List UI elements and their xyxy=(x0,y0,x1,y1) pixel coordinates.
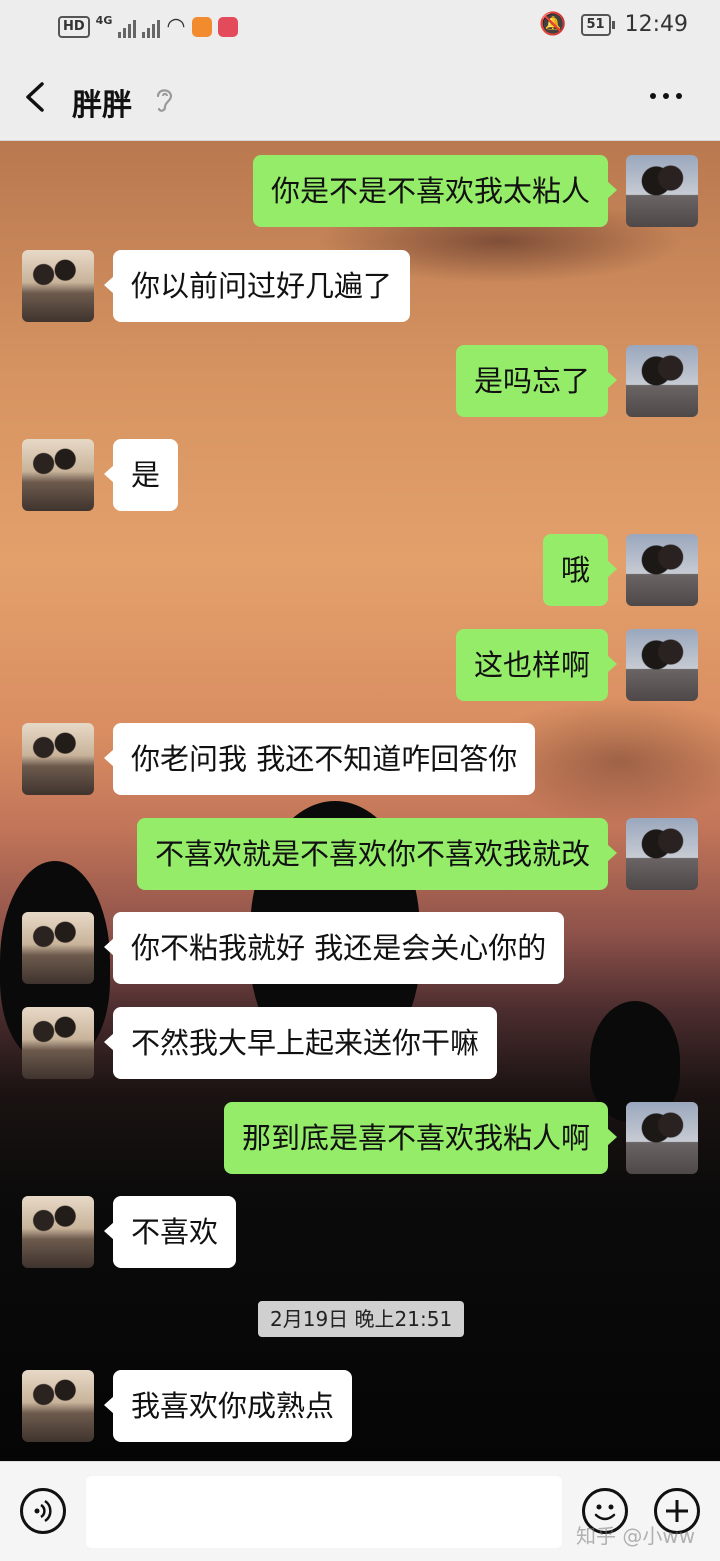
contact-avatar[interactable] xyxy=(22,912,94,984)
my-message-bubble[interactable]: 不喜欢就是不喜欢你不喜欢我就改 xyxy=(136,818,618,890)
clock: 12:49 xyxy=(624,12,688,37)
network-type: 4G xyxy=(95,14,113,27)
my-message-bubble[interactable]: 是吗忘了 xyxy=(455,345,618,417)
contact-avatar[interactable] xyxy=(22,1196,94,1268)
contact-message-bubble[interactable]: 不然我大早上起来送你干嘛 xyxy=(103,1007,498,1079)
wifi-icon: ◠ xyxy=(166,14,186,39)
voice-icon[interactable] xyxy=(20,1488,66,1534)
contact-message-bubble[interactable]: 你以前问过好几遍了 xyxy=(103,250,411,322)
chat-header: 胖胖 xyxy=(0,56,720,141)
contact-message-bubble[interactable]: 你老问我 我还不知道咋回答你 xyxy=(103,723,536,795)
contact-avatar[interactable] xyxy=(22,1370,94,1442)
status-right: 🔕 51 12:49 xyxy=(539,12,688,37)
contact-message-bubble[interactable]: 我喜欢你成熟点 xyxy=(103,1370,353,1442)
message-input[interactable] xyxy=(86,1476,562,1548)
app-notification-icon xyxy=(191,16,212,37)
contact-message-bubble[interactable]: 是 xyxy=(103,439,179,511)
status-bar: HD 4G ◠ 🔕 51 12:49 xyxy=(0,0,720,56)
contact-avatar[interactable] xyxy=(22,1007,94,1079)
my-message-bubble[interactable]: 这也样啊 xyxy=(455,629,618,701)
status-left: HD 4G ◠ xyxy=(58,14,238,39)
input-bar: 知乎 @小ww xyxy=(0,1461,720,1561)
ear-icon xyxy=(156,89,173,112)
my-message-bubble[interactable]: 你是不是不喜欢我太粘人 xyxy=(252,155,618,227)
timestamp: 2月19日 晚上21:51 xyxy=(258,1301,465,1337)
my-avatar[interactable] xyxy=(626,155,698,227)
my-avatar[interactable] xyxy=(626,534,698,606)
signal-icon xyxy=(118,16,137,38)
battery-icon: 51 xyxy=(580,13,615,36)
my-avatar[interactable] xyxy=(626,1102,698,1174)
app-notification-2-icon xyxy=(217,16,238,37)
contact-avatar[interactable] xyxy=(22,723,94,795)
mute-bell-icon: 🔕 xyxy=(539,12,567,37)
my-message-bubble[interactable]: 哦 xyxy=(542,534,618,606)
contact-avatar[interactable] xyxy=(22,250,94,322)
chevron-left-icon[interactable] xyxy=(22,80,52,114)
signal-2-icon xyxy=(142,16,161,38)
watermark: 知乎 @小ww xyxy=(576,1524,696,1548)
contact-message-bubble[interactable]: 不喜欢 xyxy=(103,1196,237,1268)
chat-title: 胖胖 xyxy=(72,88,132,123)
contact-avatar[interactable] xyxy=(22,439,94,511)
contact-message-bubble[interactable]: 你不粘我就好 我还是会关心你的 xyxy=(103,912,565,984)
hd-indicator: HD xyxy=(58,15,90,38)
more-dots-icon[interactable] xyxy=(650,86,690,106)
chat-area[interactable]: 你是不是不喜欢我太粘人你以前问过好几遍了 是吗忘了是哦这也样啊你老问我 我还不知道… xyxy=(0,141,720,1461)
my-avatar[interactable] xyxy=(626,629,698,701)
my-message-bubble[interactable]: 那到底是喜不喜欢我粘人啊 xyxy=(223,1102,618,1174)
my-avatar[interactable] xyxy=(626,818,698,890)
my-avatar[interactable] xyxy=(626,345,698,417)
